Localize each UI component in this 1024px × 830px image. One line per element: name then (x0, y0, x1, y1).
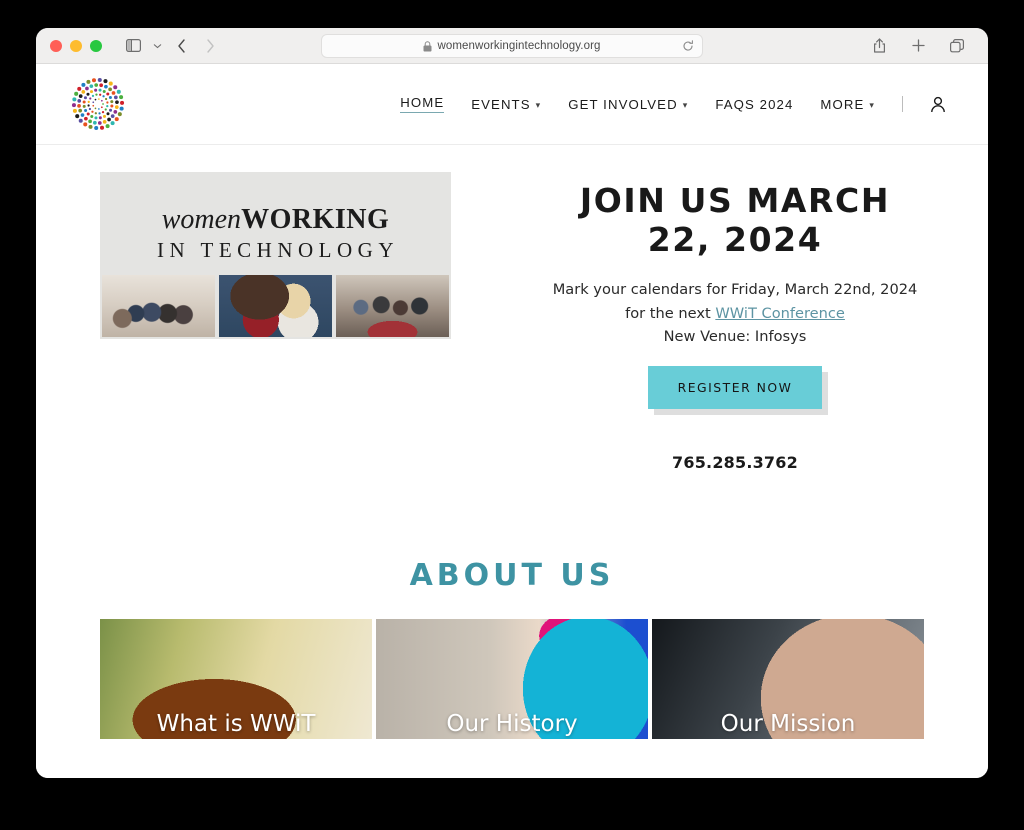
nav-item-home[interactable]: HOME (400, 95, 445, 113)
nav-label-get-involved: GET INVOLVED (568, 96, 678, 112)
wwit-conference-link[interactable]: WWiT Conference (715, 305, 845, 322)
lock-icon (423, 40, 432, 52)
nav-label-home: HOME (400, 95, 445, 110)
plus-icon[interactable] (905, 34, 931, 58)
card-label: What is WWiT (156, 711, 316, 738)
banquet-room-attendees (336, 275, 449, 337)
sidebar-icon[interactable] (120, 34, 146, 58)
register-button-wrapper: REGISTER NOW (552, 366, 918, 410)
share-icon[interactable] (866, 34, 892, 58)
page-content: womenWORKING IN TECHNOLOGY JOIN US MARCH… (36, 145, 988, 778)
wwit-logo-icon[interactable] (70, 76, 126, 132)
page-title: JOIN US MARCH 22, 2024 (579, 181, 891, 259)
banner-word-women: women (161, 204, 242, 235)
phone-number[interactable]: 765.285.3762 (552, 453, 918, 472)
wwit-banner-image: womenWORKING IN TECHNOLOGY (100, 172, 451, 339)
card-our-mission[interactable]: Our Mission (652, 619, 924, 740)
two-women-portrait (219, 275, 332, 337)
reload-icon[interactable] (682, 40, 694, 52)
hero-section: womenWORKING IN TECHNOLOGY JOIN US MARCH… (36, 145, 988, 472)
chevron-down-icon: ▾ (682, 99, 689, 110)
banner-title-line-1: womenWORKING (100, 206, 451, 234)
nav-item-more[interactable]: MORE ▾ (820, 97, 875, 112)
nav-label-faqs: FAQS 2024 (715, 96, 794, 112)
banner-photo-strip (100, 275, 451, 339)
nav-item-events[interactable]: EVENTS ▾ (471, 97, 541, 112)
address-bar[interactable]: womenworkingintechnology.org (321, 34, 703, 58)
chevron-down-icon: ▾ (869, 99, 875, 110)
about-us-heading: ABOUT US (409, 558, 615, 594)
site-header: HOME EVENTS ▾ GET INVOLVED ▾ FAQS 2024 M… (36, 64, 988, 145)
minimize-window-button[interactable] (70, 39, 82, 52)
chevron-down-icon[interactable] (149, 34, 165, 58)
forward-arrow-icon[interactable] (197, 34, 223, 58)
hero-description: Mark your calendars for Friday, March 22… (552, 278, 918, 326)
hero-right-column: JOIN US MARCH 22, 2024 Mark your calenda… (512, 172, 988, 472)
hero-left-column: womenWORKING IN TECHNOLOGY (36, 172, 512, 472)
banner-title-line-2: IN TECHNOLOGY (156, 238, 399, 262)
card-what-is-wwit[interactable]: What is WWiT (100, 619, 372, 740)
nav-item-faqs-2024[interactable]: FAQS 2024 (715, 97, 793, 112)
toolbar-right-group (866, 34, 974, 58)
close-window-button[interactable] (50, 39, 62, 52)
about-cards: What is WWiT Our History Our Mission (36, 619, 988, 740)
window-controls (50, 39, 102, 52)
nav-label-more: MORE (820, 96, 865, 112)
nav-label-events: EVENTS (471, 96, 531, 112)
tabs-icon[interactable] (944, 34, 970, 58)
back-arrow-icon[interactable] (168, 34, 194, 58)
hero-venue-text: New Venue: Infosys (663, 328, 807, 346)
url-text: womenworkingintechnology.org (437, 40, 601, 52)
browser-toolbar: womenworkingintechnology.org (36, 28, 988, 64)
maximize-window-button[interactable] (90, 39, 102, 52)
card-label: Our Mission (720, 711, 856, 738)
register-now-button[interactable]: REGISTER NOW (647, 366, 823, 410)
card-label: Our History (446, 711, 578, 738)
nav-item-get-involved[interactable]: GET INVOLVED ▾ (568, 97, 688, 112)
browser-window: womenworkingintechnology.org HOME EVENTS… (36, 28, 988, 778)
toolbar-nav-group (120, 34, 223, 58)
main-navigation: HOME EVENTS ▾ GET INVOLVED ▾ FAQS 2024 M… (400, 95, 956, 113)
nav-divider (902, 96, 903, 112)
chevron-down-icon: ▾ (535, 99, 542, 110)
person-icon[interactable] (930, 96, 946, 113)
banner-word-working: WORKING (241, 204, 390, 235)
group-photo-hallway (102, 275, 215, 337)
card-our-history[interactable]: Our History (376, 619, 648, 740)
